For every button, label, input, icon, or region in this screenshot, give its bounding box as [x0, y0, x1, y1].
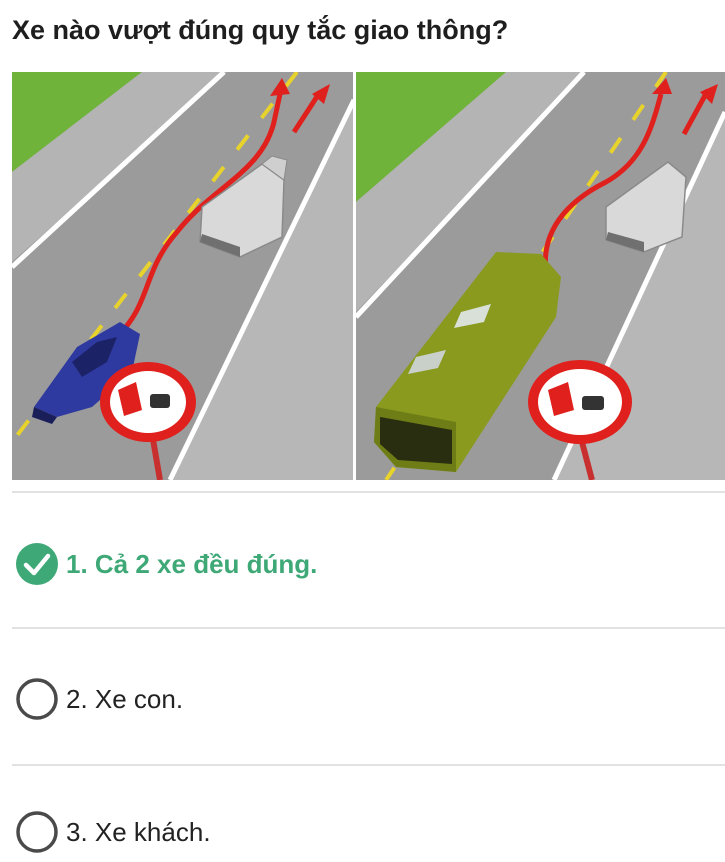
answer-option-label: 3. Xe khách.: [66, 817, 211, 847]
divider: [12, 627, 725, 629]
radio-empty-icon: [14, 809, 60, 855]
right-scene: [354, 72, 725, 480]
divider: [12, 764, 725, 766]
left-scene: [12, 72, 357, 480]
check-circle-icon: [14, 541, 60, 587]
question-title: Xe nào vượt đúng quy tắc giao thông?: [12, 15, 509, 45]
radio-empty-icon: [14, 676, 60, 722]
question-illustration: [12, 72, 725, 480]
answer-option-3[interactable]: 3. Xe khách.: [14, 802, 714, 862]
answer-option-1[interactable]: 1. Cả 2 xe đều đúng.: [14, 534, 714, 594]
divider: [12, 491, 725, 493]
answer-option-label: 2. Xe con.: [66, 684, 184, 714]
answer-option-2[interactable]: 2. Xe con.: [14, 669, 714, 729]
answer-option-label: 1. Cả 2 xe đều đúng.: [66, 549, 318, 579]
